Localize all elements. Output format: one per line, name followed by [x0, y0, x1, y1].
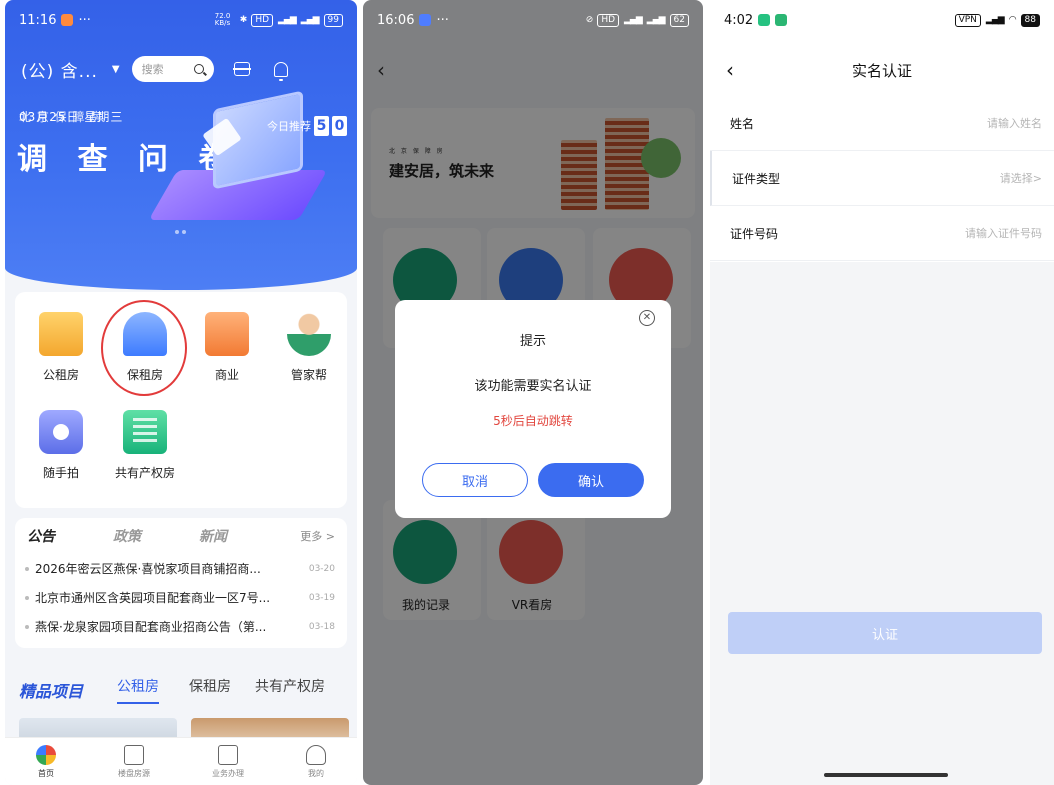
building-icon: [39, 312, 83, 356]
chevron-down-icon[interactable]: ▼: [112, 64, 120, 75]
status-bar: 11:16 ··· 72.0 KB/s ✱ HD ▂▄▆ ▂▄▆ 99: [5, 0, 357, 40]
today-recommend: 今日推荐 5 0: [267, 116, 347, 136]
auth-required-dialog: ✕ 提示 该功能需要实名认证 5秒后自动跳转 取消 确认: [395, 300, 671, 518]
alarm-icon: ⊘: [585, 15, 593, 25]
page-title: 实名认证: [851, 61, 912, 80]
status-bar: 4:02 VPN ▂▄▆ ◠ 88: [710, 0, 1054, 40]
tab-policy[interactable]: 政策: [113, 526, 141, 546]
status-bar: 16:06 ··· ⊘ HD ▂▄▆ ▂▄▆ 62: [363, 0, 703, 40]
notice-item[interactable]: 燕保·龙泉家园项目配套商业招商公告（第... 03-18: [15, 612, 347, 641]
tab-business[interactable]: 业务办理: [212, 744, 244, 779]
search-input[interactable]: 搜索: [131, 56, 214, 82]
search-icon: [193, 64, 204, 74]
featured-projects: 精品项目 公租房 保租房 共有产权房: [19, 676, 349, 704]
steward-icon: [287, 312, 331, 356]
app-notification-icon: [775, 14, 788, 26]
more-link[interactable]: 更多 >: [300, 528, 335, 544]
tab-notice[interactable]: 公告: [27, 526, 55, 546]
id-type-select[interactable]: 证件类型 请选择>: [710, 151, 1054, 206]
hd-badge: HD: [597, 13, 620, 27]
signal-icon: ▂▄▆: [624, 15, 643, 25]
battery-indicator: 99: [323, 13, 343, 27]
signal-icon-2: ▂▄▆: [646, 15, 666, 25]
tab-baozufang[interactable]: 保租房: [189, 676, 231, 704]
dialog-title: 提示: [519, 334, 546, 349]
id-number-field[interactable]: 证件号码 请输入证件号码: [710, 206, 1054, 261]
tab-news[interactable]: 新闻: [199, 526, 227, 546]
bell-icon[interactable]: [273, 61, 288, 81]
quick-item-suishoupai[interactable]: 随手拍: [21, 410, 101, 481]
bottom-tab-bar: 首页 楼盘房源 业务办理 我的: [5, 737, 357, 785]
tab-me[interactable]: 我的: [306, 744, 326, 779]
hd-badge: HD: [251, 13, 274, 27]
signal-icon-2: ▂▄▆: [300, 15, 320, 25]
banner-overlay-text: 北 京 保 障 房: [19, 110, 104, 124]
tab-listings[interactable]: 楼盘房源: [118, 744, 150, 779]
status-time: 11:16: [19, 12, 57, 28]
quick-item-gongzufang[interactable]: 公租房: [21, 312, 101, 383]
confirm-button[interactable]: 确认: [538, 463, 644, 497]
document-icon: [218, 744, 238, 765]
signal-icon: ▂▄▆: [278, 15, 297, 25]
close-icon[interactable]: ✕: [639, 310, 655, 326]
tab-gongyouchanquan[interactable]: 共有产权房: [255, 676, 325, 704]
camera-icon: [39, 410, 83, 454]
shop-icon: [205, 312, 249, 356]
verify-button[interactable]: 认证: [728, 612, 1042, 654]
battery-indicator: 88: [1020, 13, 1040, 27]
real-name-auth-screen: 4:02 VPN ▂▄▆ ◠ 88 ‹ 实名认证 姓名 请输入姓名 证件类型 请…: [710, 0, 1054, 785]
nav-header: ‹ 实名认证: [710, 50, 1054, 90]
home-indicator: [824, 773, 948, 777]
highlight-circle: [101, 300, 187, 396]
app-notification-icon: [61, 14, 74, 26]
scan-icon[interactable]: [232, 62, 251, 76]
app-notification-icon: [419, 14, 432, 26]
cancel-button[interactable]: 取消: [422, 463, 528, 497]
countdown-text: 5秒后自动跳转: [493, 414, 573, 428]
back-chevron-icon[interactable]: ‹: [726, 58, 734, 82]
wechat-icon: [758, 14, 771, 26]
building-icon: [124, 744, 144, 765]
home-screen: 11:16 ··· 72.0 KB/s ✱ HD ▂▄▆ ▂▄▆ 99 (公) …: [5, 0, 357, 785]
status-time: 16:06: [377, 12, 415, 28]
section-title: 精品项目: [19, 682, 84, 701]
auth-prompt-screen: 16:06 ··· ⊘ HD ▂▄▆ ▂▄▆ 62 ‹ 北 京 保 障 房 建安…: [363, 0, 703, 785]
signal-icon: ▂▄▆: [985, 15, 1005, 25]
tab-gongzufang[interactable]: 公租房: [117, 676, 160, 704]
bluetooth-icon: ✱: [239, 15, 247, 25]
battery-indicator: 62: [669, 13, 689, 27]
notice-item[interactable]: 北京市通州区含英园项目配套商业一区7号... 03-19: [15, 583, 347, 612]
wifi-icon: ◠: [1008, 15, 1017, 25]
name-field[interactable]: 姓名 请输入姓名: [710, 96, 1054, 151]
carousel-dots: [175, 230, 186, 234]
user-icon: [306, 744, 326, 765]
quick-item-guanjiabang[interactable]: 管家帮: [269, 312, 349, 383]
notice-tabs: 公告 政策 新闻 更多 >: [15, 518, 347, 554]
notice-item[interactable]: 2026年密云区燕保·喜悦家项目商铺招商... 03-20: [15, 554, 347, 583]
net-speed: 72.0 KB/s: [214, 12, 231, 27]
notice-card: 公告 政策 新闻 更多 > 2026年密云区燕保·喜悦家项目商铺招商... 03…: [15, 518, 347, 648]
home-logo-icon: [36, 744, 56, 765]
apartment-icon: [123, 410, 167, 454]
tab-home[interactable]: 首页: [36, 744, 56, 779]
quick-item-gongyouchanquan[interactable]: 共有产权房: [105, 410, 185, 481]
vpn-badge: VPN: [954, 13, 981, 27]
quick-item-shangye[interactable]: 商业: [187, 312, 267, 383]
org-selector[interactable]: (公) 含...: [21, 57, 98, 82]
dialog-message: 该功能需要实名认证: [474, 379, 592, 394]
survey-illustration: [148, 90, 353, 242]
status-time: 4:02: [724, 12, 754, 28]
